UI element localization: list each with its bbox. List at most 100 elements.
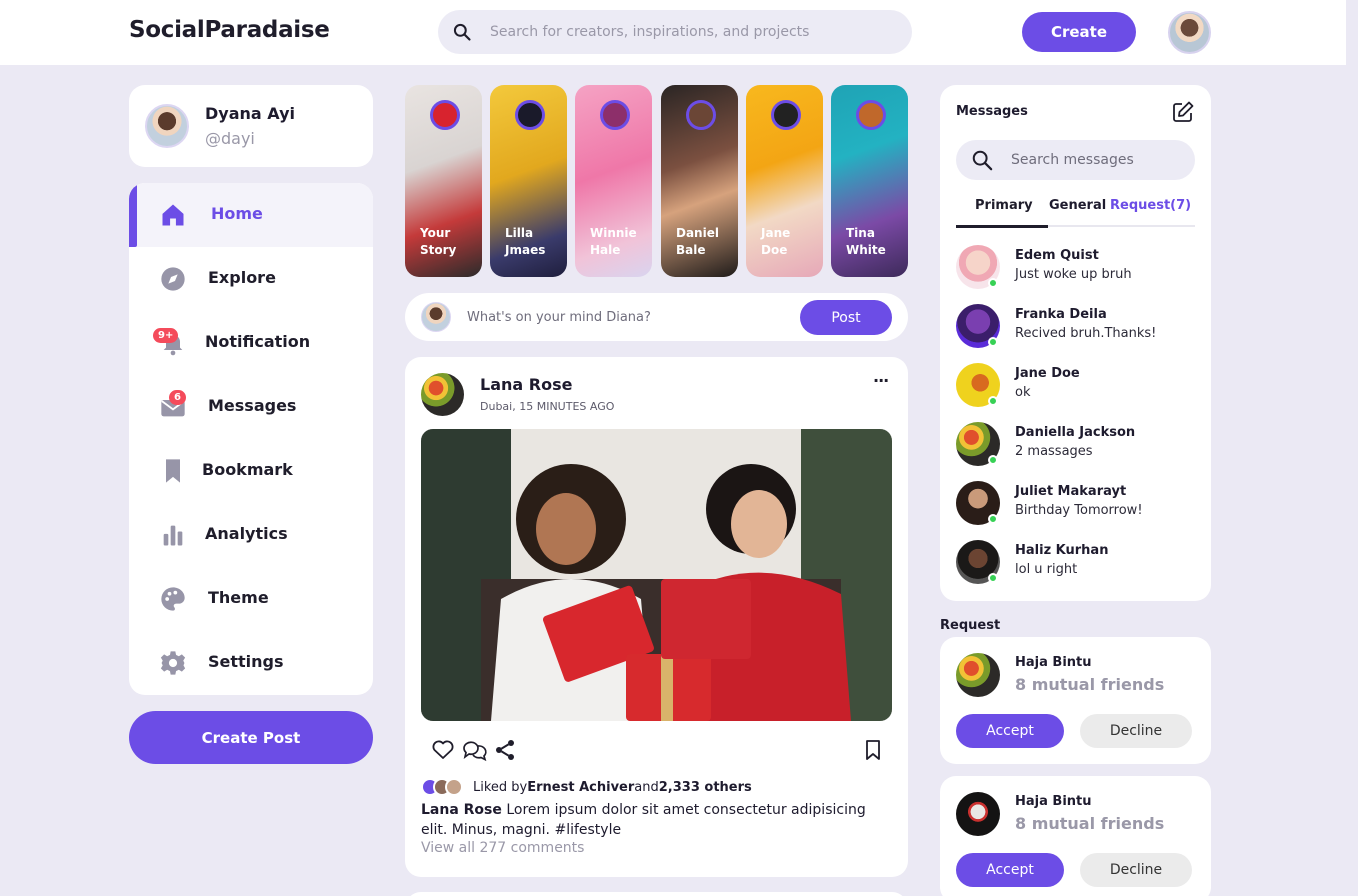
- accept-button[interactable]: Accept: [956, 714, 1064, 748]
- story-card[interactable]: Your Story: [405, 85, 482, 277]
- share-icon[interactable]: [493, 738, 517, 762]
- message-preview: ok: [1015, 385, 1031, 400]
- create-button[interactable]: Create: [1022, 12, 1136, 52]
- sidebar-item-theme[interactable]: Theme: [129, 567, 373, 631]
- message-item[interactable]: Juliet Makarayt Birthday Tomorrow!: [956, 481, 1195, 527]
- sidebar-item-home[interactable]: Home: [129, 183, 373, 247]
- home-icon: [162, 204, 184, 226]
- liked-and: and: [634, 779, 659, 795]
- post-image[interactable]: [421, 429, 892, 721]
- bookmark-icon[interactable]: [861, 738, 885, 762]
- request-name[interactable]: Haja Bintu: [1015, 655, 1092, 670]
- profile-card[interactable]: Dyana Ayi @dayi: [129, 85, 373, 167]
- message-sender: Jane Doe: [1015, 366, 1080, 381]
- messages-search-input[interactable]: [1011, 140, 1186, 180]
- story-avatar: [600, 100, 630, 130]
- online-indicator: [988, 455, 998, 465]
- request-avatar[interactable]: [956, 792, 1000, 836]
- bar-chart-icon: [163, 525, 183, 546]
- message-preview: Birthday Tomorrow!: [1015, 503, 1143, 518]
- post-button[interactable]: Post: [800, 300, 892, 335]
- accept-button[interactable]: Accept: [956, 853, 1064, 887]
- sidebar-item-explore[interactable]: Explore: [129, 247, 373, 311]
- post-author-name[interactable]: Lana Rose: [480, 375, 572, 394]
- gear-icon: [160, 651, 186, 675]
- sidebar-item-label: Settings: [208, 652, 284, 671]
- search-input[interactable]: [490, 10, 890, 54]
- more-options-icon[interactable]: ···: [873, 371, 889, 390]
- friend-request-card: Haja Bintu 8 mutual friends Accept Decli…: [940, 637, 1211, 764]
- sidebar-item-settings[interactable]: Settings: [129, 631, 373, 695]
- comment-icon[interactable]: [461, 738, 489, 762]
- palette-icon: [161, 587, 185, 611]
- message-item[interactable]: Franka Deila Recived bruh.Thanks!: [956, 304, 1195, 350]
- sidebar-item-analytics[interactable]: Analytics: [129, 503, 373, 567]
- sidebar-item-label: Notification: [205, 332, 311, 351]
- story-name: Daniel Bale: [676, 226, 719, 257]
- liked-count[interactable]: 2,333 others: [659, 780, 752, 795]
- user-avatar[interactable]: [1168, 11, 1211, 54]
- decline-button[interactable]: Decline: [1080, 853, 1192, 887]
- story-card[interactable]: Tina White: [831, 85, 908, 277]
- request-mutual: 8 mutual friends: [1015, 814, 1165, 833]
- feed-post-next: [405, 892, 908, 896]
- friend-request-card: Haja Bintu 8 mutual friends Accept Decli…: [940, 776, 1211, 896]
- message-preview: Recived bruh.Thanks!: [1015, 326, 1157, 341]
- sidebar-item-label: Analytics: [205, 524, 288, 543]
- messages-title: Messages: [956, 104, 1028, 119]
- online-indicator: [988, 514, 998, 524]
- sidebar-item-label: Messages: [208, 396, 297, 415]
- story-card[interactable]: Winnie Hale: [575, 85, 652, 277]
- sidebar-item-label: Theme: [208, 588, 269, 607]
- story-avatar: [430, 100, 460, 130]
- messages-panel: Messages Primary General Request(7) Edem…: [940, 85, 1211, 601]
- request-name[interactable]: Haja Bintu: [1015, 794, 1092, 809]
- decline-button[interactable]: Decline: [1080, 714, 1192, 748]
- liked-prefix: Liked by: [473, 779, 528, 795]
- request-mutual: 8 mutual friends: [1015, 675, 1165, 694]
- online-indicator: [988, 573, 998, 583]
- sidebar-item-messages[interactable]: 6 Messages: [129, 375, 373, 439]
- app-logo[interactable]: SocialParadaise: [129, 17, 330, 43]
- message-item[interactable]: Daniella Jackson 2 massages: [956, 422, 1195, 468]
- message-item[interactable]: Jane Doe ok: [956, 363, 1195, 409]
- notification-badge: 9+: [153, 328, 179, 343]
- sidebar-item-label: Explore: [208, 268, 276, 287]
- sidebar-item-notification[interactable]: 9+ Notification: [129, 311, 373, 375]
- message-sender: Franka Deila: [1015, 307, 1107, 322]
- create-post-button[interactable]: Create Post: [129, 711, 373, 764]
- caption-author[interactable]: Lana Rose: [421, 802, 502, 818]
- view-comments-link[interactable]: View all 277 comments: [421, 840, 584, 856]
- compass-icon: [161, 267, 185, 291]
- messages-tabs: Primary General Request(7): [956, 191, 1195, 229]
- messages-search[interactable]: [956, 140, 1195, 180]
- online-indicator: [988, 278, 998, 288]
- top-navbar: SocialParadaise Create: [0, 0, 1346, 65]
- heart-icon[interactable]: [431, 738, 455, 762]
- message-sender: Edem Quist: [1015, 248, 1099, 263]
- message-preview: Just woke up bruh: [1015, 267, 1132, 282]
- message-item[interactable]: Haliz Kurhan lol u right: [956, 540, 1195, 586]
- search-bar[interactable]: [438, 10, 912, 54]
- message-sender: Haliz Kurhan: [1015, 543, 1109, 558]
- story-card[interactable]: Jane Doe: [746, 85, 823, 277]
- edit-icon[interactable]: [1171, 100, 1195, 124]
- tab-primary[interactable]: Primary: [975, 198, 1033, 213]
- message-item[interactable]: Edem Quist Just woke up bruh: [956, 245, 1195, 291]
- liked-name[interactable]: Ernest Achiver: [527, 780, 634, 795]
- bookmark-icon: [166, 459, 180, 483]
- message-preview: 2 massages: [1015, 444, 1093, 459]
- profile-name: Dyana Ayi: [205, 104, 295, 123]
- composer-input[interactable]: [467, 305, 787, 329]
- story-card[interactable]: Lilla Jmaes: [490, 85, 567, 277]
- tab-general[interactable]: General: [1049, 198, 1106, 213]
- request-avatar[interactable]: [956, 653, 1000, 697]
- sidebar-item-bookmark[interactable]: Bookmark: [129, 439, 373, 503]
- online-indicator: [988, 396, 998, 406]
- story-card[interactable]: Daniel Bale: [661, 85, 738, 277]
- profile-handle: @dayi: [205, 129, 255, 148]
- message-preview: lol u right: [1015, 562, 1078, 577]
- sidebar-item-label: Bookmark: [202, 460, 293, 479]
- post-author-avatar[interactable]: [421, 373, 464, 416]
- story-avatar: [686, 100, 716, 130]
